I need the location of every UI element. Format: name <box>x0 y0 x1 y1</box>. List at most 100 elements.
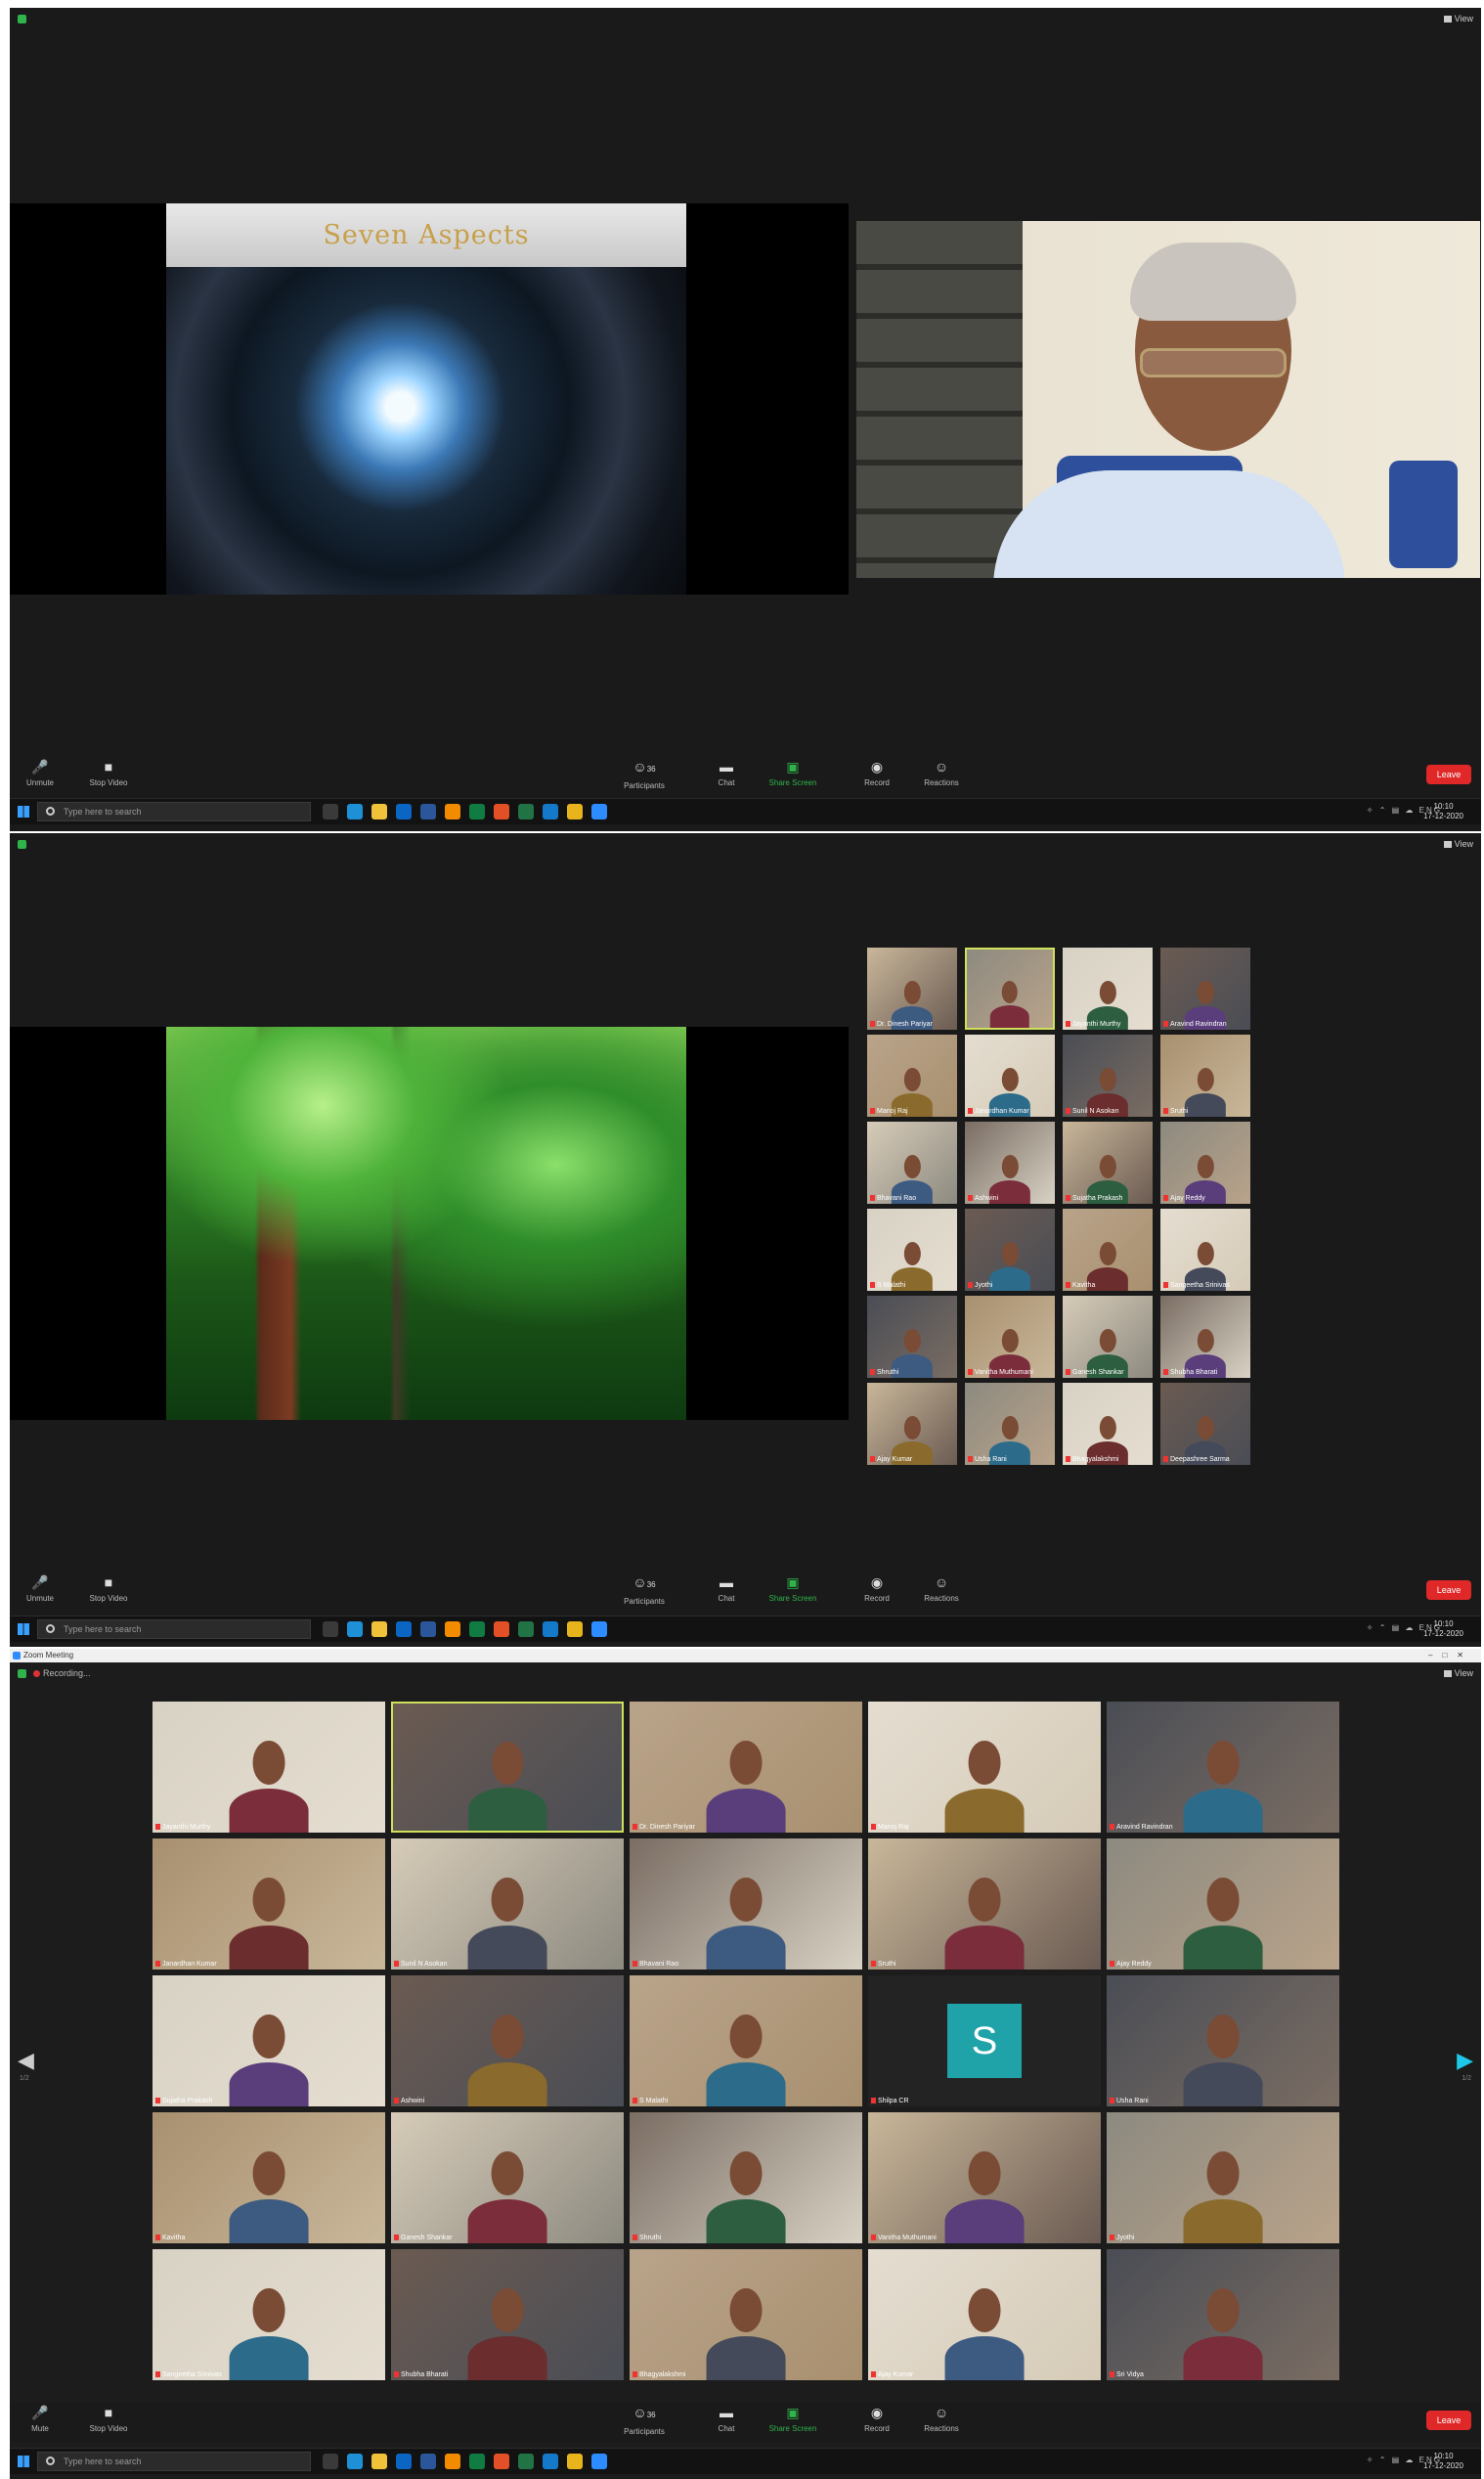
participant-tile[interactable]: Jyothi <box>1107 2112 1339 2243</box>
zoom-icon[interactable] <box>591 1621 607 1637</box>
participant-tile[interactable]: Bhavani Rao <box>867 1122 957 1204</box>
spreadsheet-icon[interactable] <box>518 1621 534 1637</box>
excel-icon[interactable] <box>469 804 485 819</box>
edge-icon[interactable] <box>347 804 363 819</box>
windows-start-icon[interactable] <box>18 2456 29 2467</box>
chrome-icon[interactable] <box>494 804 509 819</box>
video-button[interactable]: ■ Stop Video <box>84 759 133 787</box>
vlc-icon[interactable] <box>445 1621 460 1637</box>
files-icon[interactable] <box>567 1621 583 1637</box>
previous-page-icon[interactable]: ◀ <box>18 2048 34 2073</box>
taskbar-search[interactable]: Type here to search <box>37 1619 311 1639</box>
encryption-shield-icon[interactable] <box>18 1669 26 1678</box>
participant-tile[interactable]: Kavitha <box>1063 1209 1153 1291</box>
photos-icon[interactable] <box>543 804 558 819</box>
participants-button[interactable]: ☺36 Participants <box>620 1574 669 1606</box>
word-icon[interactable] <box>420 2454 436 2469</box>
participant-tile[interactable]: Jyothi <box>965 1209 1055 1291</box>
video-button[interactable]: ■ Stop Video <box>84 1574 133 1603</box>
reactions-button[interactable]: ☺ Reactions <box>917 2405 966 2433</box>
store-icon[interactable] <box>371 2454 387 2469</box>
participant-tile[interactable]: Vanitha Muthumani <box>965 1296 1055 1378</box>
speaker-video[interactable] <box>856 221 1480 578</box>
participant-tile[interactable]: S Malathi <box>630 1975 862 2106</box>
participant-tile[interactable]: Jayanthi Murthy <box>153 1702 385 1833</box>
participant-tile[interactable]: Ashwini <box>391 1975 624 2106</box>
participant-tile[interactable]: Sangeetha Srinivas <box>1160 1209 1250 1291</box>
participant-tile[interactable]: Sangeetha Srinivas <box>153 2249 385 2380</box>
participant-tile[interactable]: Sruthi <box>1160 1035 1250 1117</box>
taskbar-search[interactable]: Type here to search <box>37 802 311 821</box>
view-button[interactable]: View <box>1444 1668 1473 1678</box>
end-meeting-button[interactable]: Leave <box>1426 1580 1471 1600</box>
edge-icon[interactable] <box>347 2454 363 2469</box>
reactions-button[interactable]: ☺ Reactions <box>917 1574 966 1603</box>
mail-icon[interactable] <box>396 2454 412 2469</box>
windows-start-icon[interactable] <box>18 1623 29 1635</box>
windows-start-icon[interactable] <box>18 806 29 818</box>
record-button[interactable]: ◉ Record <box>852 1574 901 1603</box>
zoom-icon[interactable] <box>591 2454 607 2469</box>
store-icon[interactable] <box>371 804 387 819</box>
taskbar-clock[interactable]: 10:10 17-12-2020 <box>1423 1619 1463 1639</box>
record-button[interactable]: ◉ Record <box>852 759 901 787</box>
participant-tile[interactable]: Sunil N Asokan <box>391 1838 624 1970</box>
reactions-button[interactable]: ☺ Reactions <box>917 759 966 787</box>
spreadsheet-icon[interactable] <box>518 804 534 819</box>
share-screen-button[interactable]: ▣ Share Screen <box>768 2405 817 2433</box>
window-controls[interactable]: –□✕ <box>1428 1649 1473 1662</box>
end-meeting-button[interactable]: Leave <box>1426 2411 1471 2430</box>
chat-button[interactable]: ▬ Chat <box>702 2405 751 2433</box>
photos-icon[interactable] <box>543 1621 558 1637</box>
participants-button[interactable]: ☺36 Participants <box>620 759 669 790</box>
participant-tile[interactable]: Sunil N Asokan <box>1063 1035 1153 1117</box>
taskbar-search[interactable]: Type here to search <box>37 2452 311 2471</box>
participant-tile[interactable]: Manoj Raj <box>867 1035 957 1117</box>
participant-tile[interactable]: Usha Rani <box>1107 1975 1339 2106</box>
task-view-icon[interactable] <box>323 1621 338 1637</box>
end-meeting-button[interactable]: Leave <box>1426 765 1471 784</box>
participant-tile[interactable]: Bhagyalakshmi <box>630 2249 862 2380</box>
spreadsheet-icon[interactable] <box>518 2454 534 2469</box>
task-view-icon[interactable] <box>323 804 338 819</box>
participant-tile[interactable]: Sri Vidya <box>1107 2249 1339 2380</box>
word-icon[interactable] <box>420 804 436 819</box>
vlc-icon[interactable] <box>445 2454 460 2469</box>
participant-tile[interactable]: Ashwini <box>965 1122 1055 1204</box>
chrome-icon[interactable] <box>494 2454 509 2469</box>
view-button[interactable]: View <box>1444 839 1473 849</box>
edge-icon[interactable] <box>347 1621 363 1637</box>
participant-tile[interactable]: Sujatha Prakash <box>1063 1122 1153 1204</box>
participant-tile[interactable] <box>391 1702 624 1833</box>
video-button[interactable]: ■ Stop Video <box>84 2405 133 2433</box>
chat-button[interactable]: ▬ Chat <box>702 759 751 787</box>
participant-tile[interactable]: Ganesh Shankar <box>391 2112 624 2243</box>
zoom-icon[interactable] <box>591 804 607 819</box>
participant-tile[interactable]: S Shilpa CR <box>868 1975 1101 2106</box>
next-page-icon[interactable]: ▶ <box>1457 2048 1473 2073</box>
participant-tile[interactable]: Ajay Reddy <box>1107 1838 1339 1970</box>
mute-button[interactable]: 🎤 Unmute <box>16 1574 65 1603</box>
participant-tile[interactable]: S Malathi <box>867 1209 957 1291</box>
participant-tile[interactable]: Bhavani Rao <box>630 1838 862 1970</box>
mail-icon[interactable] <box>396 1621 412 1637</box>
participant-tile[interactable]: Jayanthi Murthy <box>1063 948 1153 1030</box>
mute-button[interactable]: 🎤 Mute <box>16 2405 65 2433</box>
participant-tile[interactable]: Janardhan Kumar <box>153 1838 385 1970</box>
participant-tile[interactable]: Manoj Raj <box>868 1702 1101 1833</box>
photos-icon[interactable] <box>543 2454 558 2469</box>
encryption-shield-icon[interactable] <box>18 840 26 849</box>
participant-tile[interactable]: Vanitha Muthumani <box>868 2112 1101 2243</box>
participant-tile[interactable]: Sruthi <box>868 1838 1101 1970</box>
participants-button[interactable]: ☺36 Participants <box>620 2405 669 2436</box>
share-screen-button[interactable]: ▣ Share Screen <box>768 1574 817 1603</box>
participant-tile[interactable]: Usha Rani <box>965 1383 1055 1465</box>
participant-tile[interactable] <box>965 948 1055 1030</box>
participant-tile[interactable]: Shubha Bharati <box>1160 1296 1250 1378</box>
encryption-shield-icon[interactable] <box>18 15 26 23</box>
participant-tile[interactable]: Ganesh Shankar <box>1063 1296 1153 1378</box>
word-icon[interactable] <box>420 1621 436 1637</box>
participant-tile[interactable]: Dr. Dinesh Pariyar <box>630 1702 862 1833</box>
mail-icon[interactable] <box>396 804 412 819</box>
participant-tile[interactable]: Ajay Reddy <box>1160 1122 1250 1204</box>
